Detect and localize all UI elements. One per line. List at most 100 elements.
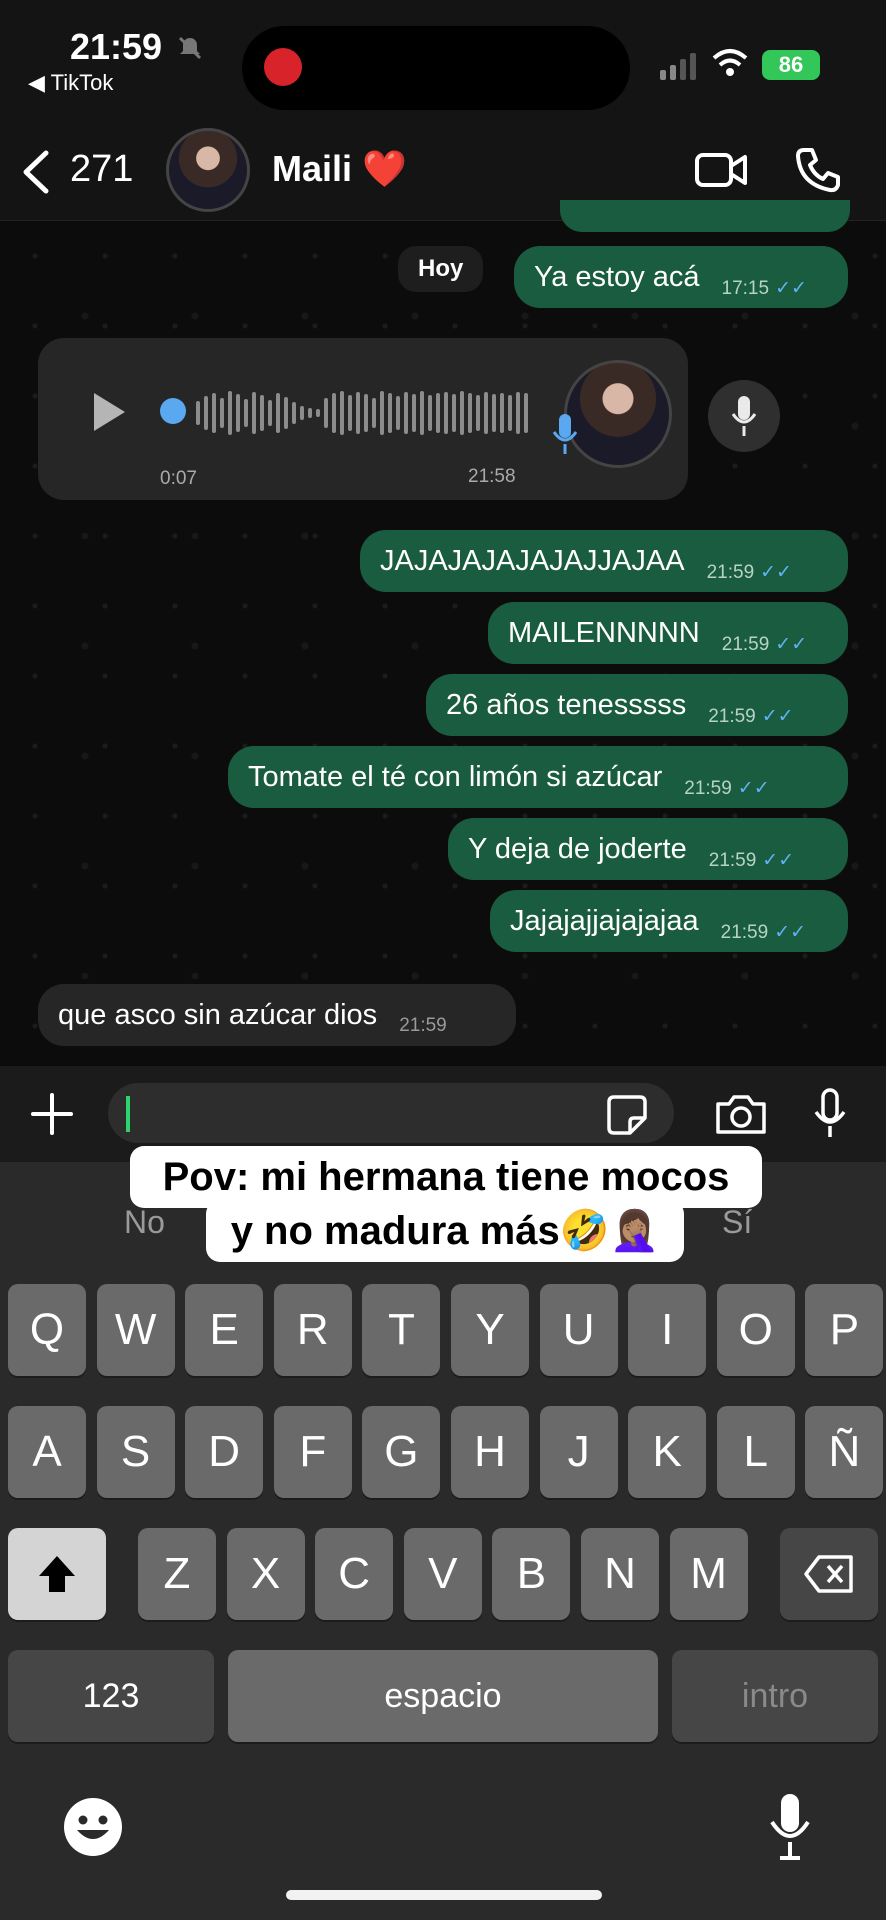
- back-chevron-icon[interactable]: [20, 150, 50, 194]
- key-c[interactable]: C: [315, 1528, 394, 1620]
- key-p[interactable]: P: [805, 1284, 884, 1376]
- waveform-bar: [316, 409, 320, 417]
- key-u[interactable]: U: [539, 1284, 618, 1376]
- voice-waveform: [196, 390, 528, 436]
- numbers-key[interactable]: 123: [8, 1650, 214, 1742]
- message-bubble-outgoing[interactable]: JAJAJAJAJAJAJJAJAA 21:59 ✓✓: [360, 530, 848, 592]
- contact-name[interactable]: Maili ❤️: [272, 148, 407, 190]
- waveform-bar: [500, 393, 504, 433]
- sticker-icon[interactable]: [606, 1094, 648, 1136]
- unread-count[interactable]: 271: [70, 148, 133, 191]
- key-y[interactable]: Y: [451, 1284, 529, 1376]
- space-key[interactable]: espacio: [228, 1650, 658, 1742]
- waveform-bar: [356, 392, 360, 434]
- key-r[interactable]: R: [273, 1284, 352, 1376]
- shift-key[interactable]: [8, 1528, 106, 1620]
- message-meta: 21:59 ✓✓: [721, 633, 808, 655]
- waveform-bar: [404, 392, 408, 434]
- suggestion-right[interactable]: Sí: [722, 1204, 752, 1241]
- video-call-icon[interactable]: [694, 150, 748, 190]
- key-x[interactable]: X: [226, 1528, 305, 1620]
- shift-arrow-icon: [39, 1556, 75, 1592]
- message-bubble-incoming[interactable]: que asco sin azúcar dios 21:59: [38, 984, 516, 1046]
- previous-message-bubble: [560, 200, 850, 232]
- read-ticks-icon: ✓✓: [760, 561, 792, 583]
- microphone-icon: [731, 396, 757, 436]
- waveform-bar: [436, 393, 440, 433]
- message-text: Jajajajjajajajaa: [510, 904, 699, 937]
- message-meta: 21:59 ✓✓: [684, 777, 770, 799]
- key-j[interactable]: J: [539, 1406, 618, 1498]
- key-m[interactable]: M: [669, 1528, 748, 1620]
- key-f[interactable]: F: [273, 1406, 352, 1498]
- message-bubble-outgoing[interactable]: 26 años tenesssss 21:59 ✓✓: [426, 674, 848, 736]
- back-to-app-link[interactable]: ◀ TikTok: [28, 70, 113, 96]
- key-k[interactable]: K: [628, 1406, 707, 1498]
- waveform-bar: [300, 406, 304, 420]
- waveform-bar: [212, 393, 216, 433]
- waveform-bar: [516, 392, 520, 434]
- waveform-bar: [252, 392, 256, 434]
- key-n[interactable]: N: [581, 1528, 659, 1620]
- waveform-bar: [492, 394, 496, 432]
- waveform-bar: [412, 394, 416, 432]
- message-bubble-outgoing[interactable]: Y deja de joderte 21:59 ✓✓: [448, 818, 848, 880]
- waveform-bar: [284, 397, 288, 429]
- read-ticks-icon: ✓✓: [737, 777, 770, 799]
- message-bubble-outgoing[interactable]: Ya estoy acá 17:15 ✓✓: [514, 246, 848, 308]
- read-ticks-icon: ✓✓: [774, 921, 807, 943]
- key-q[interactable]: Q: [8, 1284, 86, 1376]
- playback-scrubber[interactable]: [160, 398, 186, 424]
- waveform-bar: [196, 401, 200, 425]
- message-time: 21:59: [399, 1015, 447, 1036]
- plus-icon[interactable]: [30, 1092, 74, 1136]
- key-z[interactable]: Z: [138, 1528, 216, 1620]
- phone-call-icon[interactable]: [794, 146, 842, 194]
- recording-indicator: [264, 48, 302, 86]
- backspace-key[interactable]: [780, 1528, 878, 1620]
- key-d[interactable]: D: [185, 1406, 264, 1498]
- waveform-bar: [372, 398, 376, 428]
- key-b[interactable]: B: [492, 1528, 571, 1620]
- message-bubble-outgoing[interactable]: Jajajajjajajajaa 21:59 ✓✓: [490, 890, 848, 952]
- key-h[interactable]: H: [451, 1406, 529, 1498]
- key-ñ[interactable]: Ñ: [805, 1406, 884, 1498]
- key-s[interactable]: S: [96, 1406, 175, 1498]
- text-caret: [126, 1096, 130, 1132]
- key-w[interactable]: W: [96, 1284, 175, 1376]
- message-input[interactable]: [108, 1083, 674, 1143]
- voice-mic-icon: [552, 414, 578, 454]
- signal-icon: [660, 53, 696, 80]
- camera-icon[interactable]: [714, 1092, 768, 1136]
- waveform-bar: [508, 395, 512, 431]
- key-o[interactable]: O: [716, 1284, 795, 1376]
- voice-sender-avatar: [564, 360, 672, 468]
- emoji-icon[interactable]: [62, 1796, 124, 1858]
- message-text: que asco sin azúcar dios: [58, 998, 378, 1031]
- date-chip: Hoy: [398, 246, 484, 292]
- waveform-bar: [468, 393, 472, 433]
- key-l[interactable]: L: [716, 1406, 795, 1498]
- message-bubble-outgoing[interactable]: MAILENNNNN 21:59 ✓✓: [488, 602, 848, 664]
- wifi-icon: [712, 49, 748, 76]
- contact-avatar[interactable]: [166, 128, 250, 212]
- key-t[interactable]: T: [362, 1284, 441, 1376]
- suggestion-left[interactable]: No: [124, 1204, 165, 1241]
- waveform-bar: [428, 395, 432, 431]
- dictation-microphone-icon[interactable]: [768, 1792, 812, 1862]
- key-e[interactable]: E: [185, 1284, 264, 1376]
- key-a[interactable]: A: [8, 1406, 86, 1498]
- key-i[interactable]: I: [628, 1284, 707, 1376]
- key-v[interactable]: V: [403, 1528, 482, 1620]
- key-g[interactable]: G: [362, 1406, 441, 1498]
- return-key[interactable]: intro: [672, 1650, 878, 1742]
- waveform-bar: [388, 393, 392, 433]
- message-bubble-outgoing[interactable]: Tomate el té con limón si azúcar 21:59 ✓✓: [228, 746, 848, 808]
- microphone-icon[interactable]: [812, 1088, 848, 1140]
- waveform-bar: [268, 400, 272, 426]
- waveform-bar: [452, 394, 456, 432]
- read-ticks-icon: ✓✓: [762, 849, 795, 871]
- waveform-bar: [420, 391, 424, 435]
- waveform-bar: [244, 399, 248, 427]
- play-icon[interactable]: [90, 390, 128, 434]
